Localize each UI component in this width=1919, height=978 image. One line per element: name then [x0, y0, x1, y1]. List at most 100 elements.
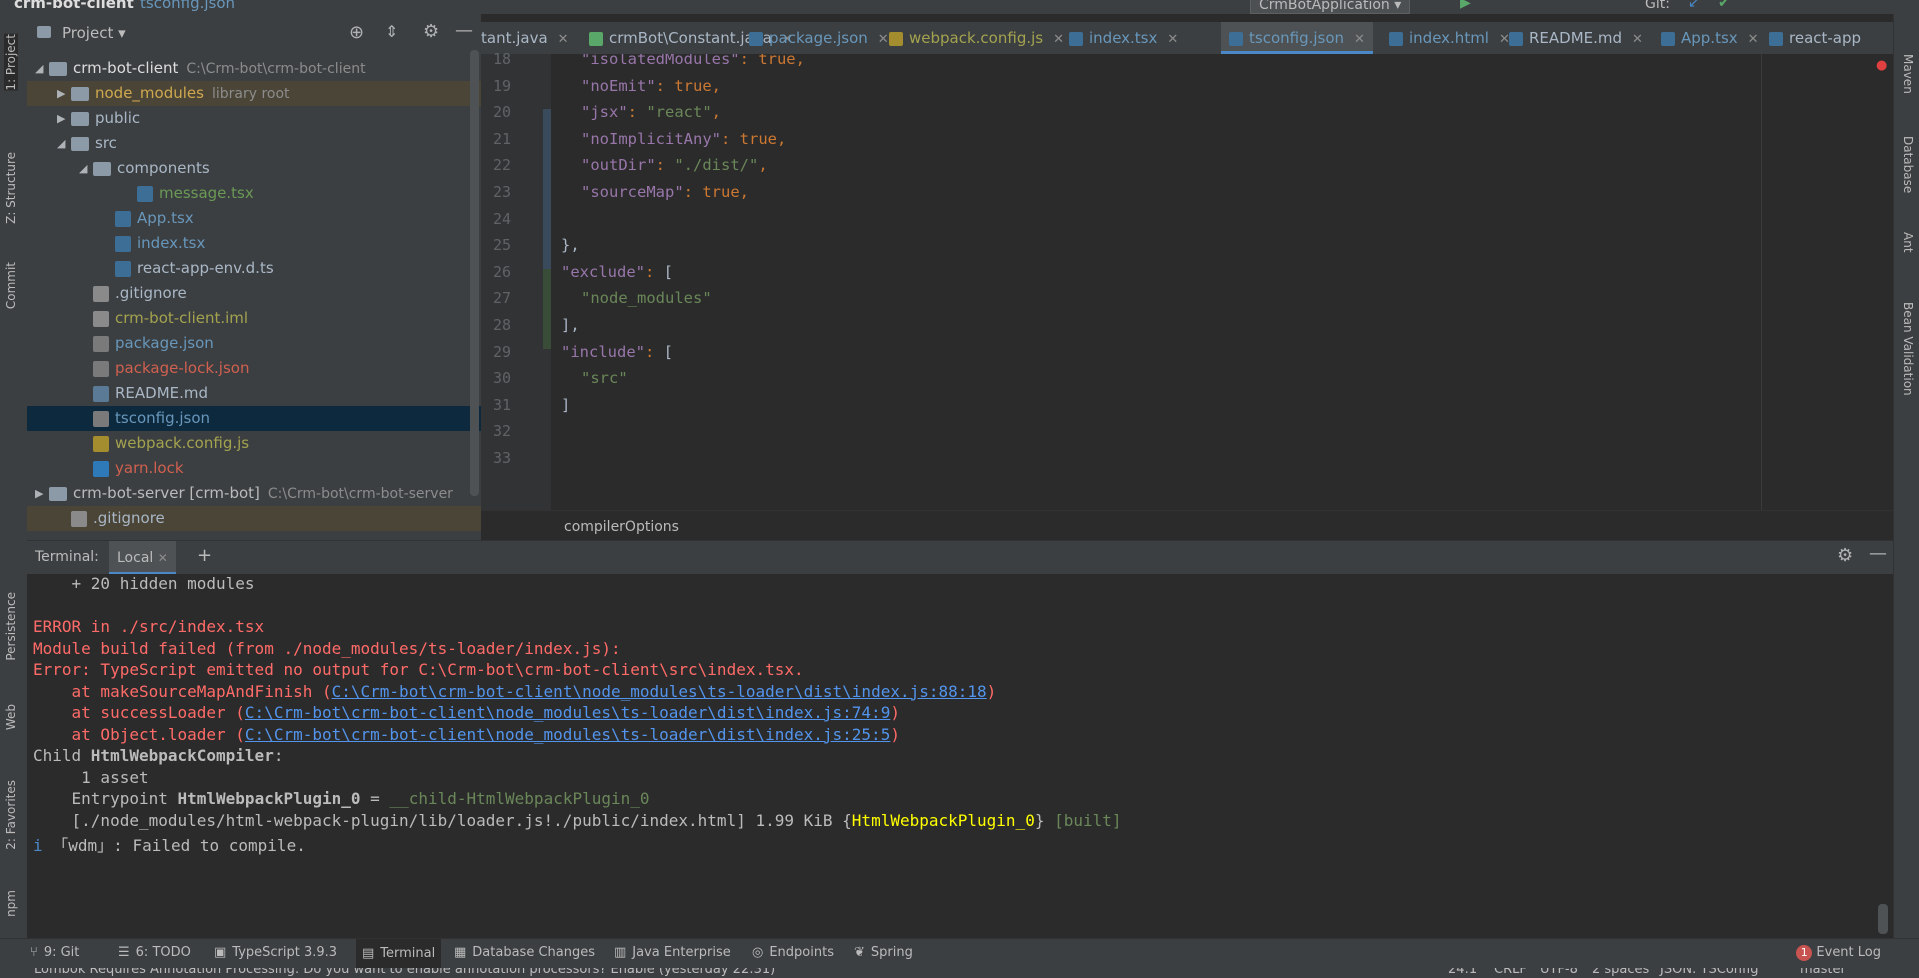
tab-label: webpack.config.js [909, 29, 1044, 47]
tab-label: tant.java [481, 29, 548, 47]
editor-tab[interactable]: App.tsx ✕ [1653, 22, 1767, 54]
file-breadcrumb[interactable]: tsconfig.json [140, 0, 235, 12]
file-encoding[interactable]: UTF-8 [1540, 968, 1578, 977]
git-update-icon[interactable]: ↙ [1688, 0, 1700, 11]
collapsed-arrow-icon[interactable]: ▶ [57, 81, 71, 106]
bottom-tool-terminal[interactable]: ▤ Terminal [356, 939, 442, 969]
close-icon[interactable]: ✕ [1167, 32, 1178, 47]
editor-tab[interactable]: webpack.config.js ✕ [881, 22, 1072, 54]
editor-tab[interactable]: tsconfig.json ✕ [1221, 22, 1373, 54]
tree-item[interactable]: ▶ public [27, 106, 481, 131]
run-icon[interactable]: ▶ [1460, 0, 1471, 11]
tree-item[interactable]: package.json [27, 331, 481, 356]
terminal-output[interactable]: + 20 hidden modules ERROR in ./src/index.… [27, 574, 1893, 938]
tree-item[interactable]: README.md [27, 381, 481, 406]
breadcrumb-compileroptions[interactable]: compilerOptions [564, 519, 679, 535]
close-icon[interactable]: ✕ [558, 32, 569, 47]
tool-database[interactable]: Database [1901, 136, 1915, 193]
close-icon[interactable]: ✕ [1632, 32, 1643, 47]
tree-item[interactable]: App.tsx [27, 206, 481, 231]
file-link[interactable]: C:\Crm-bot\crm-bot-client\node_modules\t… [245, 725, 890, 744]
tool-persistence[interactable]: Persistence [4, 592, 18, 661]
hide-panel-icon[interactable]: — [455, 20, 473, 41]
tree-item[interactable]: ◢ components [27, 156, 481, 181]
json-value: "node_modules" [581, 289, 712, 308]
tree-item[interactable]: ◢ crm-bot-client C:\Crm-bot\crm-bot-client [27, 56, 481, 81]
line-number: 24 [492, 209, 511, 228]
tree-item[interactable]: crm-bot-client.iml [27, 306, 481, 331]
close-icon[interactable]: ✕ [1748, 32, 1759, 47]
java-enterprise-icon: ▥ [614, 945, 627, 960]
error-indicator-icon[interactable]: ● [1876, 58, 1887, 73]
git-label: Git: [1645, 0, 1670, 12]
git-branch[interactable]: master [1800, 968, 1846, 977]
tree-item[interactable]: tsconfig.json [27, 406, 481, 431]
hide-terminal-icon[interactable]: — [1869, 543, 1887, 564]
tree-item[interactable]: package-lock.json [27, 356, 481, 381]
project-scrollbar[interactable] [470, 50, 479, 496]
collapsed-arrow-icon[interactable]: ▶ [35, 481, 49, 506]
terminal-scrollbar[interactable] [1878, 904, 1888, 934]
editor-tab[interactable]: index.tsx ✕ [1061, 22, 1186, 54]
git-commit-icon[interactable]: ✔ [1718, 0, 1730, 11]
terminal-tab-local[interactable]: Local ✕ [109, 541, 176, 575]
expanded-arrow-icon[interactable]: ◢ [79, 156, 93, 181]
event-log-button[interactable]: 1 Event Log [1796, 945, 1881, 961]
tree-item[interactable]: .gitignore [27, 281, 481, 306]
tool-commit[interactable]: Commit [4, 262, 18, 309]
collapse-all-icon[interactable]: ⇕ [385, 22, 398, 41]
tree-item[interactable]: ▶ crm-bot-server [crm-bot] C:\Crm-bot\crm-… [27, 481, 481, 506]
code-editor[interactable]: ● "isolatedModules": true, "noEmit": true… [551, 54, 1893, 510]
file-link[interactable]: C:\Crm-bot\crm-bot-client\node_modules\t… [332, 682, 987, 701]
tool-maven[interactable]: Maven [1901, 54, 1915, 94]
tool-structure[interactable]: Z: Structure [4, 152, 18, 224]
vcs-change-marker [543, 109, 551, 269]
tool-ant[interactable]: Ant [1901, 232, 1915, 253]
bottom-tool-typescript[interactable]: ▣ TypeScript 3.9.3 [214, 945, 337, 960]
terminal-line: i 「wdm」: Failed to compile. [33, 832, 306, 856]
new-terminal-tab-icon[interactable]: + [197, 545, 212, 566]
collapsed-arrow-icon[interactable]: ▶ [57, 106, 71, 131]
tool-favorites[interactable]: 2: Favorites [4, 780, 18, 850]
tool-bean-validation[interactable]: Bean Validation [1901, 302, 1915, 396]
editor-tab[interactable]: package.json ✕ [741, 22, 897, 54]
run-config-select[interactable]: CrmBotApplication ▾ [1250, 0, 1411, 14]
expanded-arrow-icon[interactable]: ◢ [57, 131, 71, 156]
indent-setting[interactable]: 2 spaces [1592, 968, 1649, 977]
gear-icon[interactable]: ⚙ [423, 21, 439, 42]
folder-icon [93, 161, 111, 176]
terminal-settings-icon[interactable]: ⚙ [1837, 545, 1853, 566]
file-link[interactable]: C:\Crm-bot\crm-bot-client\node_modules\t… [245, 703, 890, 722]
caret-position[interactable]: 24:1 [1448, 968, 1477, 977]
bottom-tool-java-enterprise[interactable]: ▥ Java Enterprise [614, 945, 731, 960]
project-view-select[interactable]: Project ▾ [62, 24, 126, 42]
terminal-line: Error: TypeScript emitted no output for … [33, 660, 804, 679]
tree-item[interactable]: yarn.lock [27, 456, 481, 481]
bottom-tool-database[interactable]: ▦ Database Changes [454, 945, 595, 960]
tree-item[interactable]: index.tsx [27, 231, 481, 256]
status-message[interactable]: Lombok Requires Annotation Processing: D… [34, 968, 775, 977]
tool-web[interactable]: Web [4, 704, 18, 730]
line-separator[interactable]: CRLF [1494, 968, 1527, 977]
editor-tab[interactable]: README.md ✕ [1501, 22, 1651, 54]
editor-tab[interactable]: react-app [1761, 22, 1869, 54]
close-icon[interactable]: ✕ [1354, 32, 1365, 47]
tree-item[interactable]: ◢ src [27, 131, 481, 156]
bottom-tool-git[interactable]: ⑂ 9: Git [30, 945, 79, 960]
editor-tab[interactable]: index.html ✕ [1381, 22, 1518, 54]
tree-item[interactable]: message.tsx [27, 181, 481, 206]
bottom-tool-endpoints[interactable]: ◎ Endpoints [752, 945, 834, 960]
expanded-arrow-icon[interactable]: ◢ [35, 56, 49, 81]
tree-item[interactable]: webpack.config.js [27, 431, 481, 456]
tree-item[interactable]: .gitignore [27, 506, 481, 531]
tree-item[interactable]: ▶ node_modules library root [27, 81, 481, 106]
tool-project[interactable]: 1: Project [4, 34, 18, 91]
bottom-tool-spring[interactable]: ❦ Spring [854, 945, 913, 960]
project-breadcrumb[interactable]: crm-bot-client [14, 0, 134, 12]
file-type-icon [889, 31, 903, 46]
tree-item[interactable]: react-app-env.d.ts [27, 256, 481, 281]
locate-icon[interactable]: ⊕ [349, 22, 364, 43]
tool-npm[interactable]: npm [4, 890, 18, 917]
json-schema[interactable]: JSON: TSConfig [1660, 968, 1758, 977]
bottom-tool-todo[interactable]: ☰ 6: TODO [118, 945, 191, 960]
